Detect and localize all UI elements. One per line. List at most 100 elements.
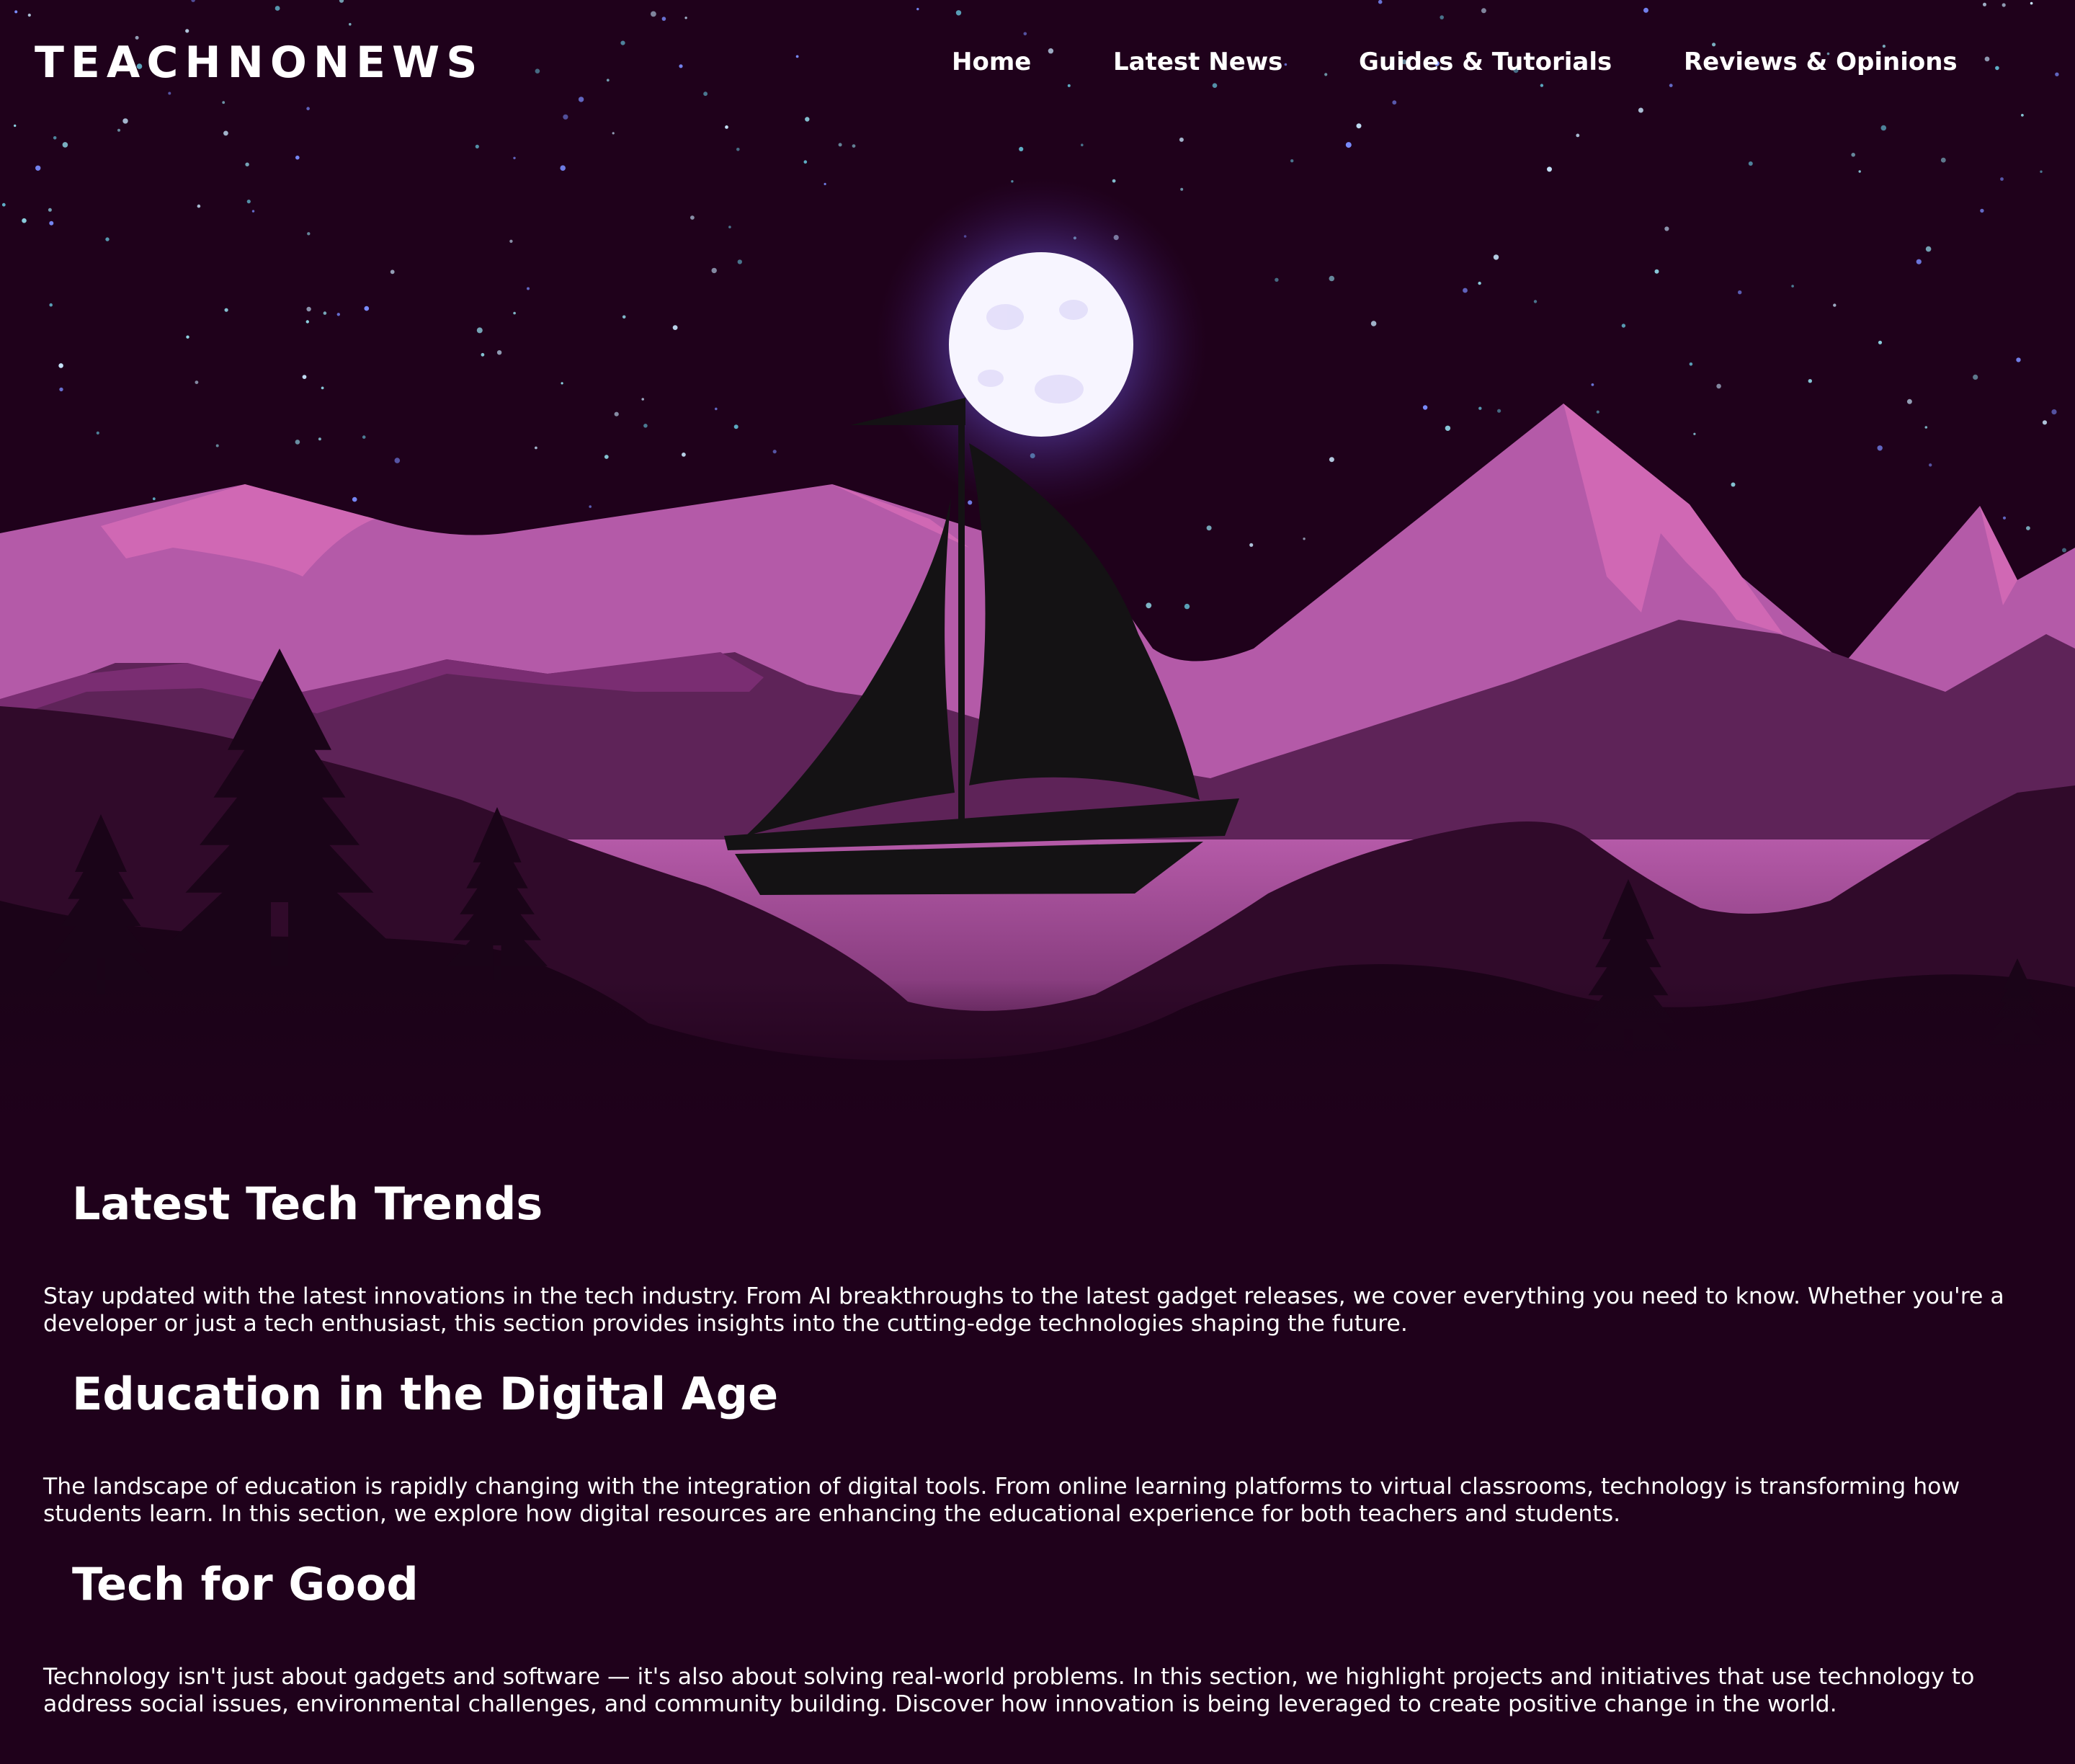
star	[1329, 457, 1334, 463]
star	[1576, 133, 1580, 138]
star	[321, 386, 324, 390]
nav-latest-news[interactable]: Latest News	[1113, 48, 1282, 76]
star	[1621, 324, 1626, 328]
star	[152, 497, 156, 501]
star	[1445, 425, 1451, 431]
star	[1925, 246, 1932, 252]
star	[1533, 300, 1538, 303]
star	[1916, 259, 1922, 264]
star	[643, 424, 648, 428]
star	[711, 267, 717, 274]
star	[672, 325, 678, 330]
star	[318, 437, 321, 441]
star	[803, 160, 808, 164]
star	[1370, 321, 1377, 326]
star	[1184, 603, 1190, 610]
star	[364, 306, 370, 311]
star	[352, 496, 357, 502]
star	[475, 144, 479, 148]
star	[1275, 277, 1279, 282]
nav-reviews-opinions[interactable]: Reviews & Opinions	[1684, 48, 1958, 76]
hero-banner	[0, 0, 2075, 1124]
star	[2051, 409, 2057, 415]
star	[733, 424, 738, 429]
star	[1249, 543, 1254, 547]
star	[509, 239, 513, 243]
star	[968, 500, 973, 505]
nav-home[interactable]: Home	[952, 48, 1031, 76]
star	[560, 165, 566, 171]
star	[535, 446, 537, 450]
star	[1664, 226, 1669, 231]
star	[1478, 281, 1481, 285]
star	[682, 453, 686, 457]
star	[1731, 482, 1736, 487]
star	[105, 237, 110, 241]
star	[302, 375, 307, 379]
star	[1973, 374, 1978, 380]
star	[62, 142, 68, 148]
star	[1906, 398, 1912, 404]
star	[35, 165, 41, 171]
star	[1, 202, 6, 207]
star	[1497, 409, 1501, 413]
star	[48, 208, 52, 212]
star	[612, 132, 615, 135]
site-header: TEACHNONEWS Home Latest News Guides & Tu…	[0, 0, 2075, 127]
star	[614, 411, 619, 416]
star	[96, 431, 99, 435]
star	[2026, 526, 2030, 530]
star	[852, 144, 856, 148]
sailboat-mast	[958, 400, 965, 821]
star	[197, 204, 201, 208]
star	[2042, 420, 2048, 425]
star	[1478, 406, 1482, 410]
star	[1493, 254, 1499, 260]
star	[1206, 525, 1212, 531]
star	[245, 162, 249, 166]
star	[49, 303, 53, 307]
star	[1980, 208, 1984, 213]
star	[117, 128, 120, 132]
star	[1591, 383, 1594, 386]
star	[481, 352, 485, 357]
star	[323, 311, 327, 315]
star	[1940, 157, 1946, 163]
star	[223, 130, 228, 136]
star	[772, 450, 777, 454]
star	[1547, 166, 1552, 172]
star	[513, 311, 516, 315]
star	[53, 136, 57, 140]
section-title: Education in the Digital Age	[72, 1368, 779, 1420]
star	[715, 407, 718, 411]
star	[589, 505, 592, 508]
star	[737, 259, 742, 264]
star	[838, 143, 842, 147]
star	[58, 363, 63, 368]
star	[561, 382, 563, 385]
star	[59, 387, 63, 392]
star	[824, 182, 826, 185]
section-title: Latest Tech Trends	[72, 1177, 543, 1230]
star	[2000, 177, 2004, 181]
star	[1180, 187, 1184, 191]
star	[1303, 538, 1306, 540]
night-landscape-illustration	[0, 0, 2075, 1124]
star	[690, 215, 695, 220]
star	[336, 313, 340, 316]
section-body: Stay updated with the latest innovations…	[43, 1283, 2004, 1337]
star	[1596, 410, 1599, 414]
star	[2016, 357, 2021, 362]
nav-guides-tutorials[interactable]: Guides & Tutorials	[1359, 48, 1612, 76]
star	[186, 335, 189, 339]
star	[1716, 383, 1721, 389]
star	[1112, 179, 1116, 183]
star	[1290, 159, 1294, 163]
star	[1329, 275, 1335, 282]
star	[1808, 379, 1812, 383]
section-title: Tech for Good	[72, 1558, 419, 1611]
section-body: The landscape of education is rapidly ch…	[43, 1474, 1960, 1527]
star	[513, 156, 516, 159]
star	[1463, 288, 1468, 293]
star	[224, 308, 228, 312]
